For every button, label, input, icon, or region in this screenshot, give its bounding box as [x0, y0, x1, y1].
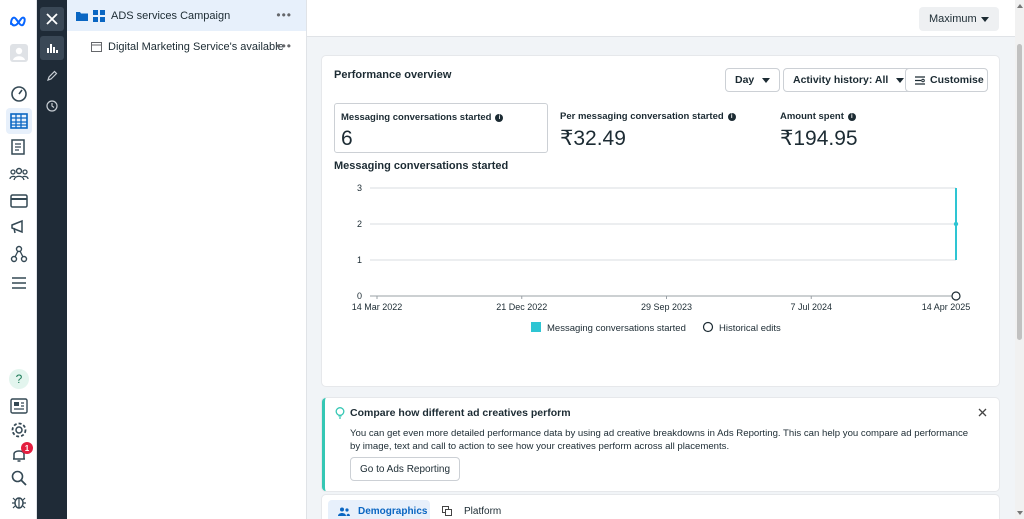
settings-gear-icon[interactable]: [6, 417, 32, 443]
x-tick-label: 14 Mar 2022: [352, 302, 403, 312]
campaign-tree: ADS services Campaign ••• Digital Market…: [67, 0, 307, 519]
campaigns-table-icon[interactable]: [6, 108, 32, 134]
x-tick-label: 21 Dec 2022: [496, 302, 547, 312]
historical-edits-icon: [702, 321, 714, 333]
breakdown-tabs-card: Demographics Platform: [322, 495, 999, 519]
customise-label: Customise: [930, 74, 984, 86]
y-tick-label: 3: [357, 183, 362, 193]
scroll-down-icon[interactable]: [1017, 511, 1023, 515]
news-icon[interactable]: [6, 393, 32, 419]
performance-chart-icon[interactable]: [40, 36, 64, 60]
chevron-down-icon: [896, 77, 905, 83]
info-icon: i: [727, 112, 736, 121]
metric-cost-per[interactable]: Per messaging conversation started i ₹32.…: [554, 103, 768, 153]
data-point: [953, 221, 959, 227]
legend-swatch: [531, 322, 541, 332]
tab-demographics[interactable]: Demographics: [328, 500, 430, 519]
scroll-up-icon[interactable]: [1017, 4, 1023, 8]
performance-title: Performance overview: [334, 69, 452, 81]
go-to-ads-reporting-label: Go to Ads Reporting: [360, 463, 451, 475]
activity-history-dropdown[interactable]: Activity history: All: [783, 68, 915, 92]
tab-platform[interactable]: Platform: [442, 500, 501, 519]
billing-card-icon[interactable]: [6, 188, 32, 214]
main-content: Maximum Performance overview Day Activit…: [307, 0, 1015, 519]
maximum-label: Maximum: [929, 13, 977, 25]
x-tick-label: 14 Apr 2025: [922, 302, 971, 312]
metric-messaging-label: Messaging conversations started: [341, 112, 492, 123]
edit-pencil-icon[interactable]: [40, 64, 64, 88]
metric-cost-per-label: Per messaging conversation started: [560, 111, 724, 122]
messaging-chart: 0 1 2 3 14 Mar 2022 21 Dec 2022 29 Sep 2023 7 J…: [352, 183, 971, 334]
y-tick-label: 1: [357, 255, 362, 265]
folder-icon: [76, 11, 88, 21]
creative-tip-card: Compare how different ad creatives perfo…: [322, 398, 999, 491]
activity-label: Activity history: All: [793, 74, 889, 86]
tab-demographics-label: Demographics: [358, 505, 428, 517]
day-label: Day: [735, 74, 755, 86]
left-nav-rail: ? 1: [0, 0, 37, 519]
svg-text:?: ?: [16, 372, 23, 386]
ads-manager-app: ? 1 ADS services Campaign ••• Digital Ma…: [0, 0, 1024, 519]
customise-button[interactable]: Customise: [905, 68, 988, 92]
metric-amount-value: ₹194.95: [780, 127, 858, 150]
x-tick-label: 29 Sep 2023: [641, 302, 692, 312]
adset-more-icon[interactable]: •••: [276, 40, 292, 52]
page-scrollbar[interactable]: [1015, 0, 1024, 519]
side-panel-toolbar: [37, 0, 67, 519]
tip-close-icon[interactable]: [978, 408, 987, 417]
help-icon[interactable]: ?: [6, 366, 32, 392]
metric-amount-spent[interactable]: Amount spent i ₹194.95: [774, 103, 988, 153]
legend-label-edits: Historical edits: [719, 323, 781, 334]
adset-name: Digital Marketing Service's available: [108, 40, 284, 53]
scrollbar-thumb[interactable]: [1017, 44, 1022, 340]
top-bar: Maximum: [307, 0, 1015, 37]
campaign-grid-icon: [93, 9, 105, 22]
adset-icon: [91, 41, 102, 52]
info-icon: i: [495, 113, 504, 122]
meta-logo-icon[interactable]: [6, 8, 32, 34]
close-icon[interactable]: [40, 7, 64, 31]
chevron-down-icon: [762, 77, 771, 83]
tree-item-adset[interactable]: Digital Marketing Service's available ••…: [67, 31, 306, 62]
y-tick-label: 2: [357, 219, 362, 229]
tip-body: You can get even more detailed performan…: [350, 428, 969, 452]
campaign-more-icon[interactable]: •••: [276, 9, 292, 21]
metric-messaging[interactable]: Messaging conversations started i 6: [334, 103, 548, 153]
audiences-icon[interactable]: [6, 161, 32, 187]
maximum-dropdown[interactable]: Maximum: [919, 7, 999, 31]
day-dropdown[interactable]: Day: [725, 68, 781, 92]
lightbulb-icon: [335, 407, 345, 419]
legend-label-series: Messaging conversations started: [547, 323, 686, 334]
tab-platform-label: Platform: [464, 505, 502, 517]
y-tick-label: 0: [357, 291, 362, 301]
history-clock-icon[interactable]: [40, 94, 64, 118]
x-tick-label: 7 Jul 2024: [790, 302, 832, 312]
pages-icon[interactable]: [6, 134, 32, 160]
campaign-name: ADS services Campaign: [111, 9, 231, 22]
platform-icon: [442, 506, 452, 516]
dashboard-gauge-icon[interactable]: [6, 81, 32, 107]
metric-amount-label: Amount spent: [780, 111, 844, 122]
info-icon: i: [847, 112, 856, 121]
profile-avatar-icon[interactable]: [6, 40, 32, 66]
people-icon: [338, 507, 350, 516]
chart-title: Messaging conversations started: [334, 160, 509, 172]
metric-cost-per-value: ₹32.49: [560, 127, 626, 150]
performance-overview-card: Performance overview Day Activity histor…: [322, 56, 999, 386]
events-manager-icon[interactable]: [6, 241, 32, 267]
menu-icon[interactable]: [6, 270, 32, 296]
metric-messaging-value: 6: [341, 127, 353, 150]
tree-item-campaign[interactable]: ADS services Campaign •••: [67, 0, 306, 31]
go-to-ads-reporting-button[interactable]: Go to Ads Reporting: [350, 457, 461, 481]
notification-count-badge: 1: [21, 442, 33, 454]
bug-icon[interactable]: [6, 489, 32, 515]
customise-icon: [915, 75, 925, 85]
tip-title: Compare how different ad creatives perfo…: [350, 407, 571, 419]
advertise-megaphone-icon[interactable]: [6, 214, 32, 240]
chevron-down-icon: [981, 17, 989, 22]
historical-edit-marker: [951, 291, 961, 301]
search-icon[interactable]: [6, 465, 32, 491]
